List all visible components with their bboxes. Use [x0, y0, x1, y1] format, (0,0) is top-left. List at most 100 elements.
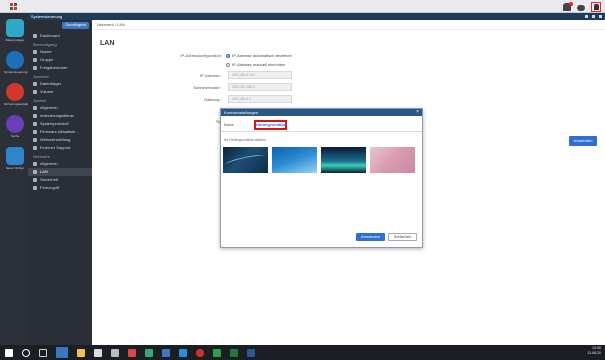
radio-manual-label: IP-Adresse manuell einrichten — [232, 62, 286, 67]
ip-field: 192.168.0.131 — [228, 71, 292, 79]
app-icon[interactable] — [179, 348, 187, 357]
close-icon[interactable] — [599, 15, 602, 18]
taskbar-clock: 10:56 13.08.20 — [587, 346, 601, 356]
sidebar-item-label: Indexierungsdienst — [40, 113, 74, 118]
sidebar-item[interactable]: Nutzer — [28, 48, 92, 56]
dialog-apply-button[interactable]: Anwenden — [356, 233, 385, 241]
cloud-icon[interactable] — [577, 4, 585, 11]
taskbar-active-app-icon[interactable] — [56, 347, 68, 358]
sidebar-item-label: Gruppe — [40, 57, 54, 62]
sidebar-item[interactable]: Fernzugriff — [28, 184, 92, 192]
maximize-icon[interactable] — [592, 15, 595, 18]
dock-app-backup[interactable]: Sicherungsaufgaben — [4, 83, 32, 106]
sidebar-item[interactable]: Allgemein — [28, 160, 92, 168]
wallpaper-option[interactable] — [272, 147, 317, 173]
sidebar-item-icon — [33, 186, 37, 190]
sidebar-item-label: LAN — [40, 169, 48, 174]
clock-icon — [6, 83, 24, 101]
sidebar-item-label: Nutzer — [40, 49, 52, 54]
sidebar-item-icon — [33, 130, 37, 134]
sidebar-item-icon — [33, 58, 37, 62]
tab-background[interactable]: Hintergrundbild — [254, 120, 287, 130]
sidebar-item[interactable]: Systemprotokoll — [28, 120, 92, 128]
sidebar-item-icon — [33, 146, 37, 150]
dialog-close-button[interactable]: Schließen — [388, 233, 417, 241]
apply-button[interactable]: Anwenden — [569, 136, 597, 146]
top-bar-icons — [563, 2, 601, 12]
sidebar-item-icon — [33, 34, 37, 38]
sidebar-item[interactable]: Gruppe — [28, 56, 92, 64]
app-icon[interactable] — [196, 348, 204, 357]
sidebar-section: System — [33, 98, 47, 103]
subnet-field: 255.255.255.0 — [228, 83, 292, 91]
app-icon[interactable] — [213, 348, 221, 357]
tab-basic[interactable]: Basis — [224, 122, 234, 127]
dock-app-control-panel[interactable]: Systemsteuerung — [4, 51, 27, 74]
notification-icon[interactable] — [563, 2, 573, 11]
sidebar: Grundlegend Dashboard Berechtigung Nutzer G… — [28, 20, 92, 345]
sidebar-item-icon — [33, 114, 37, 118]
folder-icon — [6, 147, 24, 165]
start-icon[interactable] — [5, 348, 13, 357]
word-icon[interactable] — [247, 348, 255, 357]
sidebar-item[interactable]: Sicherheit — [28, 176, 92, 184]
dock-app-search[interactable]: Suche — [4, 115, 26, 138]
dock-app-label: Neuer Ordner — [5, 166, 25, 170]
store-icon[interactable] — [94, 348, 102, 357]
sidebar-item-label: Allgemein — [40, 161, 58, 166]
search-icon[interactable] — [22, 348, 30, 357]
dock-app-file-manager[interactable]: Dateimanager — [4, 19, 26, 42]
sidebar-item[interactable]: Allgemein — [28, 104, 92, 112]
dock-app-new-folder[interactable]: Neuer Ordner — [4, 147, 26, 170]
sidebar-item[interactable]: Indexierungsdienst — [28, 112, 92, 120]
breadcrumb: Netzwerk / LAN — [92, 20, 605, 30]
radio-auto-ip[interactable]: IP-Adresse automatisch beziehen — [226, 53, 292, 58]
app-icon[interactable] — [145, 348, 153, 357]
sidebar-item[interactable]: Volume — [28, 88, 92, 96]
wallpaper-option[interactable] — [321, 147, 366, 173]
window-controls — [585, 13, 602, 18]
page-title: LAN — [100, 40, 115, 47]
app-icon[interactable] — [162, 348, 170, 357]
window-title-bar: Systemsteuerung — [28, 13, 605, 20]
sidebar-item[interactable]: LAN — [28, 168, 92, 176]
app-grid-icon[interactable] — [10, 3, 17, 10]
sidebar-item-label: Volume — [40, 89, 54, 94]
task-view-icon[interactable] — [39, 348, 47, 357]
sidebar-item-icon — [33, 122, 37, 126]
sidebar-header: Grundlegend — [28, 20, 92, 32]
wallpaper-option[interactable] — [223, 147, 268, 173]
sidebar-item[interactable]: Datenträger — [28, 80, 92, 88]
sidebar-item-label: Systemprotokoll — [40, 121, 69, 126]
sidebar-item-label: Externer Support — [40, 145, 71, 150]
wallpaper-option[interactable] — [370, 147, 415, 173]
dock-app-label: Suche — [10, 134, 20, 138]
dialog-tabs: Basis Hintergrundbild — [221, 116, 422, 132]
sidebar-item[interactable]: Freigabeordner — [28, 64, 92, 72]
minimize-icon[interactable] — [585, 15, 588, 18]
explorer-icon[interactable] — [77, 348, 85, 357]
sidebar-item-label: Freigabeordner — [40, 65, 68, 70]
app-icon[interactable] — [128, 348, 136, 357]
sidebar-item-label: Sicherheit — [40, 177, 58, 182]
sidebar-item[interactable]: Werkseinstellung — [28, 136, 92, 144]
sidebar-item[interactable]: Firmware-Aktualisie… — [28, 128, 92, 136]
sidebar-section: Speicher — [33, 74, 49, 79]
sidebar-item[interactable]: Externer Support — [28, 144, 92, 152]
sidebar-item-label: Fernzugriff — [40, 185, 60, 190]
search-icon — [6, 115, 24, 133]
excel-icon[interactable] — [230, 348, 238, 357]
sidebar-section: Berechtigung — [33, 42, 57, 47]
radio-manual-ip[interactable]: IP-Adresse manuell einrichten — [226, 62, 285, 67]
mode-toggle-button[interactable]: Grundlegend — [62, 22, 89, 29]
sidebar-item-icon — [33, 66, 37, 70]
user-icon[interactable] — [591, 2, 601, 12]
sidebar-item[interactable]: Dashboard — [28, 32, 92, 40]
sidebar-item-icon — [33, 162, 37, 166]
sidebar-item-icon — [33, 138, 37, 142]
dock-app-label: Sicherungsaufgaben — [4, 102, 32, 106]
close-icon[interactable]: × — [416, 109, 419, 116]
sidebar-item-label: Werkseinstellung — [40, 137, 71, 142]
ip-config-label: IP-Adresskonfiguration: — [180, 53, 222, 58]
mail-icon[interactable] — [111, 348, 119, 357]
